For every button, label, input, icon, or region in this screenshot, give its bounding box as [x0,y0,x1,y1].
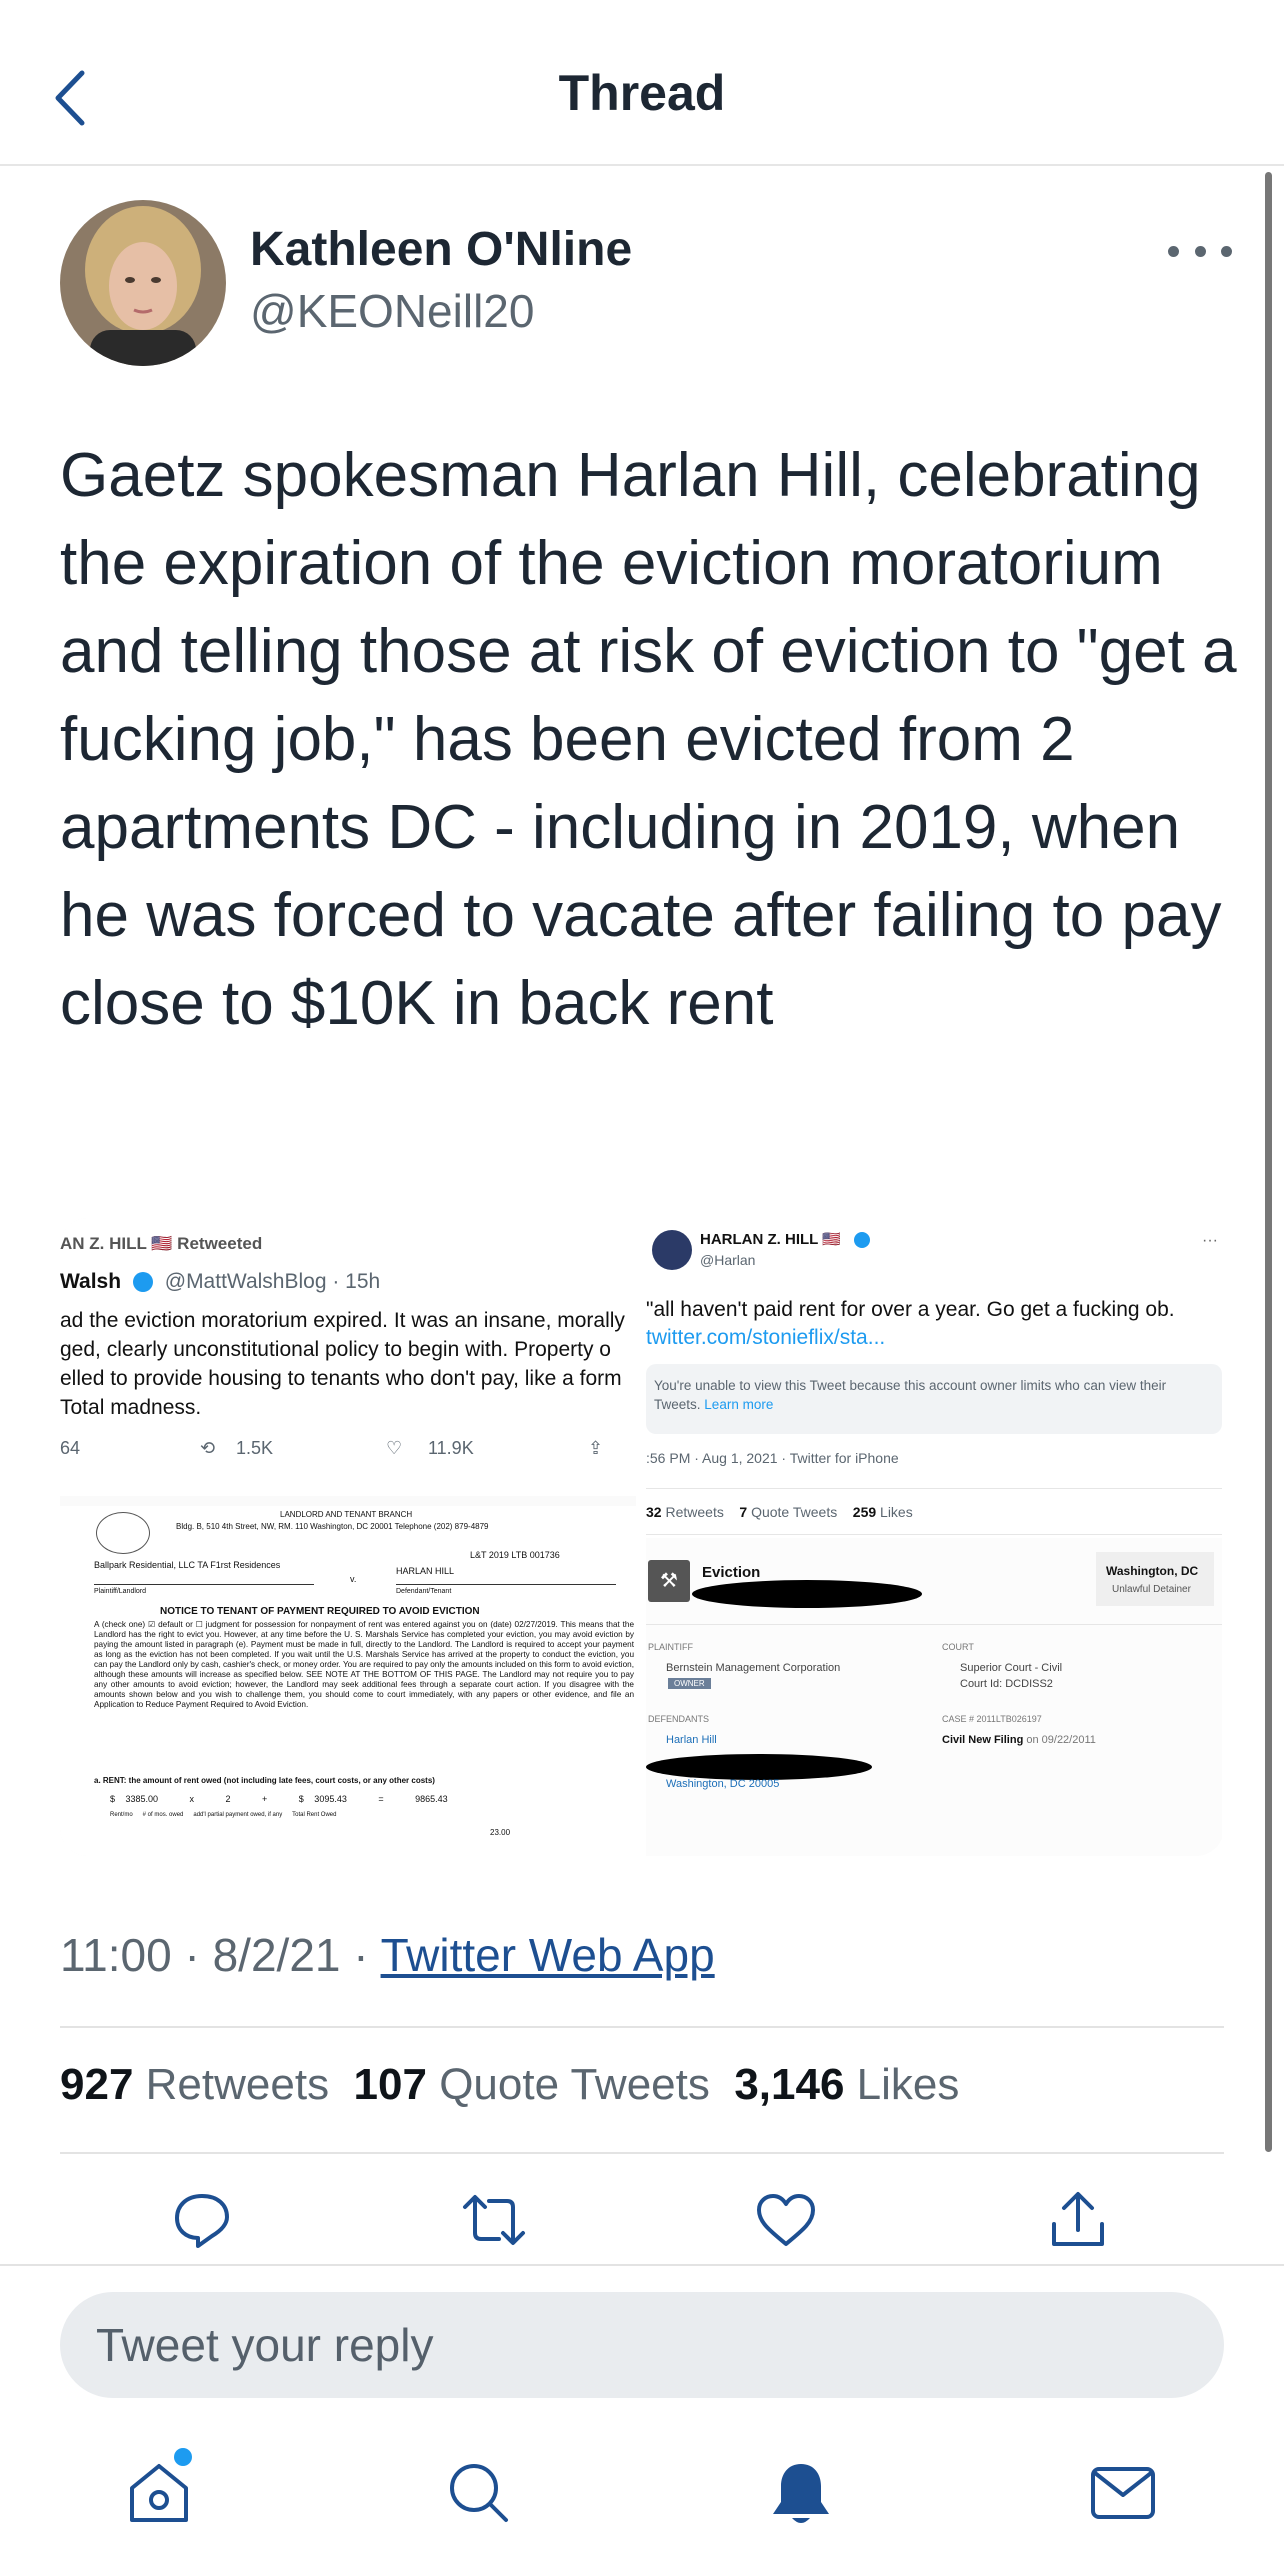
doc-v: v. [350,1574,357,1584]
home-icon [130,2464,188,2522]
tweet-source-link[interactable]: Twitter Web App [381,1929,715,1981]
tweet-text: Gaetz spokesman Harlan Hill, celebrating… [60,441,1237,1038]
tweet-media[interactable]: AN Z. HILL 🇺🇸 Retweeted Walsh @MattWalsh… [60,1218,1224,1856]
media-image-right[interactable]: HARLAN Z. HILL 🇺🇸 @Harlan ··· "all haven… [646,1218,1224,1856]
retweet-button[interactable] [454,2180,534,2260]
tweet-meta: 11:00 · 8/2/21 · Twitter Web App [60,1929,715,1981]
tweet-stats: 927 Retweets 107 Quote Tweets 3,146 Like… [60,2060,959,2110]
rt-name: Walsh [60,1270,122,1293]
tweet-time: 11:00 [60,1929,172,1981]
doc-case: L&T 2019 LTB 001736 [470,1550,560,1560]
unavailable-tweet-notice: You're unable to view this Tweet because… [646,1364,1222,1434]
court-seal [96,1512,150,1554]
reply-button[interactable] [162,2180,242,2260]
mr-link[interactable]: twitter.com/stonieflix/sta... [646,1326,885,1349]
verified-icon [854,1232,870,1248]
doc-address: Bldg. B, 510 4th Street, NW, RM. 110 Was… [176,1522,489,1531]
avatar[interactable] [60,200,226,366]
author-name[interactable]: Kathleen O'Nline [250,222,632,277]
location-box: Washington, DC Unlawful Detainer [1096,1552,1214,1606]
rt-handle: @MattWalshBlog · 15h [164,1270,381,1293]
filing-date: on 09/22/2011 [1026,1734,1096,1746]
unread-indicator [174,2448,192,2466]
rt-text: ad the eviction moratorium expired. It w… [60,1309,625,1419]
more-horizontal-icon [1168,245,1179,257]
rt-stat-retweets: 1.5K [236,1438,274,1458]
mr-name: HARLAN Z. HILL 🇺🇸 [700,1231,841,1248]
retweeted-by: AN Z. HILL 🇺🇸 Retweeted [60,1234,263,1253]
likes-stat[interactable]: 3,146 Likes [734,2060,959,2109]
heart-icon: ♡ [386,1438,403,1458]
header: Thread [0,0,1284,166]
gavel-icon: ⚒ [648,1560,690,1602]
share-icon: ⇪ [588,1438,604,1458]
reply-icon [175,2194,229,2248]
rt-stat-replies: 64 [60,1438,81,1458]
search-icon [450,2464,508,2522]
more-options-button[interactable] [1168,236,1232,266]
filing-type: Civil New Filing [942,1734,1024,1746]
mail-icon [1091,2467,1155,2519]
tab-search[interactable] [434,2448,524,2538]
doc-body: A (check one) ☑ default or ☐ judgment fo… [94,1620,634,1709]
learn-more-link[interactable]: Learn more [704,1397,773,1412]
mr-timestamp: :56 PM · Aug 1, 2021 · Twitter for iPhon… [646,1450,899,1466]
doc-plaintiff: Ballpark Residential, LLC TA F1rst Resid… [94,1560,281,1570]
doc-rent-line: a. RENT: the amount of rent owed (not in… [94,1776,435,1785]
divider [0,2264,1284,2266]
harlan-avatar [652,1230,692,1270]
more-horizontal-icon: ··· [1202,1232,1218,1249]
mr-handle: @Harlan [700,1252,756,1268]
owner-badge: OWNER [668,1678,711,1689]
quotes-stat[interactable]: 107 Quote Tweets [354,2060,710,2109]
doc-amount-labels: Rent/mo # of mos. owed add'l partial pay… [110,1812,337,1818]
share-button[interactable] [1038,2180,1118,2260]
heart-icon [757,2194,815,2246]
mr-text: "all haven't paid rent for over a year. … [646,1298,1175,1321]
media-image-left[interactable]: AN Z. HILL 🇺🇸 Retweeted Walsh @MattWalsh… [60,1218,636,1856]
author-handle[interactable]: @KEONeill20 [250,284,534,338]
reply-input[interactable]: Tweet your reply [60,2292,1224,2398]
divider [60,2152,1224,2154]
redaction [646,1754,872,1780]
tweet-date: 8/2/21 [212,1929,341,1981]
retweet-icon [463,2195,525,2245]
screenshot-retweet: AN Z. HILL 🇺🇸 Retweeted Walsh @MattWalsh… [60,1218,636,1496]
plaintiff-name: Bernstein Management Corporation [666,1662,841,1674]
defendant-link[interactable]: Harlan Hill [666,1734,717,1746]
court-document: LANDLORD AND TENANT BRANCH Bldg. B, 510 … [60,1506,636,1856]
court-name: Superior Court - Civil [960,1662,1063,1674]
verified-icon [132,1272,153,1293]
mr-stats: 32 Retweets 7 Quote Tweets 259 Likes [646,1504,913,1520]
court-id: Court Id: DCDISS2 [960,1678,1053,1690]
like-button[interactable] [746,2180,826,2260]
retweets-stat[interactable]: 927 Retweets [60,2060,329,2109]
bell-icon [773,2464,829,2523]
defendant-city: Washington, DC 20005 [666,1778,780,1790]
retweet-icon: ⟲ [200,1438,216,1458]
doc-branch: LANDLORD AND TENANT BRANCH [280,1510,413,1519]
doc-amounts: $ 3385.00 x 2 + $ 3095.43 = 9865.43 [110,1794,448,1804]
divider [60,2026,1224,2028]
tab-messages[interactable] [1078,2448,1168,2538]
doc-extra: 23.00 [490,1828,511,1837]
doc-defendant-label: Defendant/Tenant [396,1588,452,1595]
tab-notifications[interactable] [756,2448,846,2538]
eviction-title: Eviction [702,1564,761,1581]
scrollbar[interactable] [1265,172,1272,2152]
doc-plaintiff-label: Plaintiff/Landlord [94,1588,147,1595]
redaction [692,1580,922,1608]
eviction-record: ⚒ Eviction Washington, DC Unlawful Detai… [646,1538,1222,1856]
page-title: Thread [558,65,726,121]
doc-defendant: HARLAN HILL [396,1566,455,1576]
doc-notice: NOTICE TO TENANT OF PAYMENT REQUIRED TO … [160,1606,480,1617]
rt-stat-likes: 11.9K [428,1438,474,1458]
share-icon [1052,2192,1104,2246]
